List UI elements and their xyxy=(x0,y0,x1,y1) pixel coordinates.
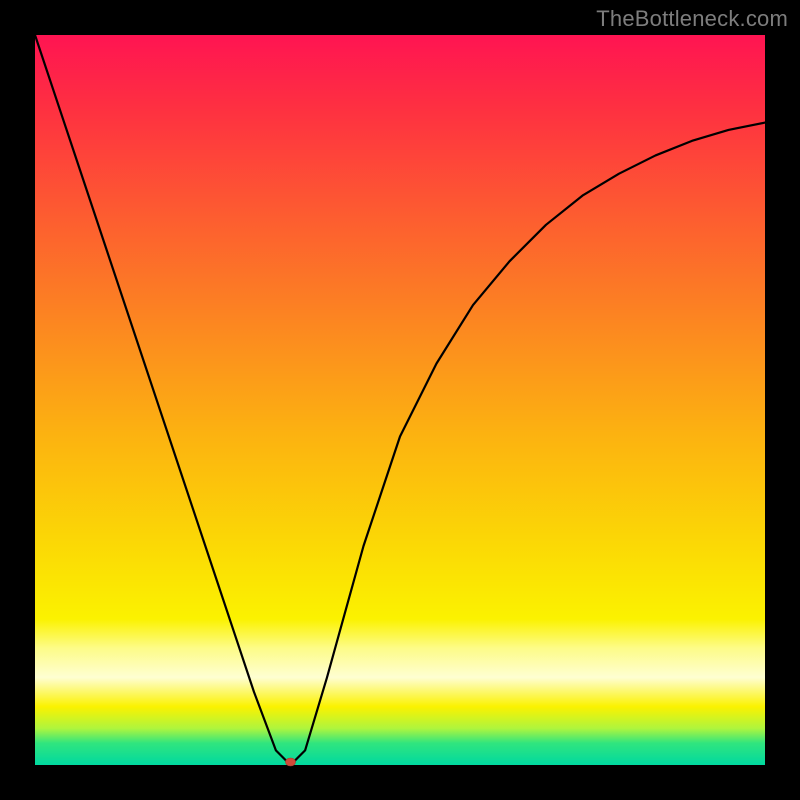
plot-area xyxy=(35,35,765,765)
bottleneck-curve xyxy=(35,35,765,765)
watermark-text: TheBottleneck.com xyxy=(596,6,788,32)
minimum-marker xyxy=(286,758,296,766)
chart-frame: TheBottleneck.com xyxy=(0,0,800,800)
